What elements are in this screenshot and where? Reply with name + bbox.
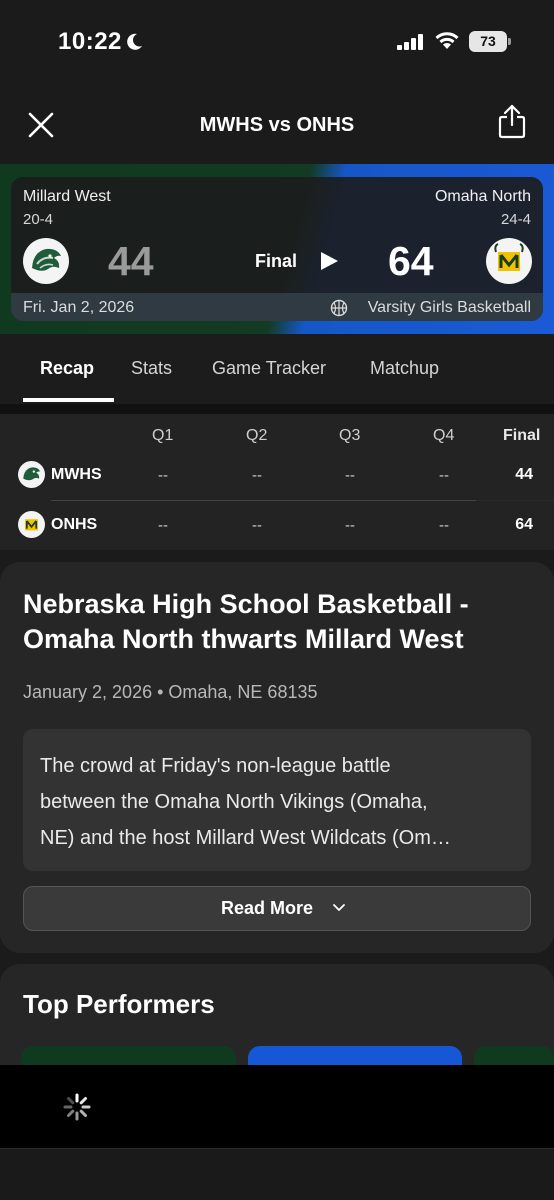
viking-logo-icon [494, 243, 524, 271]
col-header-q4: Q4 [433, 427, 455, 444]
home-team-record: 20-4 [23, 211, 54, 228]
battery-indicator: 73 [469, 31, 507, 52]
moon-icon [127, 33, 142, 50]
tab-matchup[interactable]: Matchup [370, 358, 439, 379]
onhs-q4: -- [439, 517, 449, 534]
onhs-final: 64 [515, 516, 533, 533]
bottom-safe-area [0, 1149, 554, 1200]
top-performers-title: Top Performers [23, 989, 215, 1019]
battery-tip [508, 38, 511, 45]
recap-headline: Nebraska High School Basketball - Omaha … [23, 587, 533, 657]
recap-summary-line-3: NE) and the host Millard West Wildcats (… [40, 827, 451, 849]
onhs-q3: -- [345, 517, 355, 534]
row-team-onhs: ONHS [51, 516, 98, 533]
row-team-mwhs: MWHS [51, 466, 102, 483]
home-team-name[interactable]: Millard West [23, 188, 111, 206]
chevron-down-icon [333, 904, 345, 911]
tab-stats[interactable]: Stats [131, 358, 172, 379]
tab-game-tracker[interactable]: Game Tracker [212, 358, 326, 379]
tab-separator [0, 404, 554, 414]
col-header-final: Final [503, 427, 541, 444]
row-divider-final [476, 500, 554, 501]
away-team-record: 24-4 [500, 211, 531, 228]
recap-date-location: January 2, 2026 • Omaha, NE 68135 [23, 682, 318, 702]
col-header-q2: Q2 [246, 427, 268, 444]
page-title: MWHS vs ONHS [199, 114, 355, 136]
mwhs-q4: -- [439, 467, 449, 484]
mwhs-q3: -- [345, 467, 355, 484]
share-icon[interactable] [497, 103, 527, 139]
viking-logo-icon [25, 519, 38, 531]
home-team-logo[interactable] [23, 238, 69, 284]
mwhs-final: 44 [515, 466, 533, 483]
read-more-label: Read More [221, 898, 314, 918]
onhs-q2: -- [252, 517, 262, 534]
recap-headline-line-2: Omaha North thwarts Millard West [23, 624, 464, 654]
game-type: Varsity Girls Basketball [367, 299, 531, 316]
mwhs-q1: -- [158, 467, 168, 484]
col-header-q1: Q1 [152, 427, 174, 444]
recap-summary-line-1: The crowd at Friday's non-league battle [40, 755, 391, 777]
basketball-icon [330, 299, 348, 317]
mwhs-logo-small [18, 461, 45, 488]
play-icon[interactable] [319, 251, 339, 271]
tab-bar: Recap Stats Game Tracker Matchup [0, 334, 554, 404]
onhs-q1: -- [158, 517, 168, 534]
game-date: Fri. Jan 2, 2026 [23, 299, 135, 316]
wildcat-logo-icon [32, 248, 61, 271]
away-team-logo[interactable] [486, 238, 532, 284]
col-header-q3: Q3 [339, 427, 361, 444]
cellular-signal-icon [397, 34, 423, 50]
recap-headline-line-1: Nebraska High School Basketball - [23, 589, 469, 619]
wildcat-logo-icon [23, 467, 41, 481]
status-time: 10:22 [58, 28, 122, 55]
row-divider [51, 500, 476, 501]
active-tab-indicator [23, 398, 114, 402]
wifi-icon [435, 32, 459, 49]
tab-recap[interactable]: Recap [40, 358, 94, 379]
status-bar: 10:22 73 [0, 0, 554, 84]
loading-spinner-icon [63, 1093, 91, 1121]
recap-summary: The crowd at Friday's non-league battle … [40, 748, 515, 856]
home-score: 44 [108, 238, 154, 284]
game-status: Final [255, 251, 298, 271]
away-score: 64 [388, 238, 434, 284]
mwhs-q2: -- [252, 467, 262, 484]
onhs-logo-small [18, 511, 45, 538]
recap-summary-line-2: between the Omaha North Vikings (Omaha, [40, 791, 428, 813]
away-team-name[interactable]: Omaha North [435, 188, 531, 206]
